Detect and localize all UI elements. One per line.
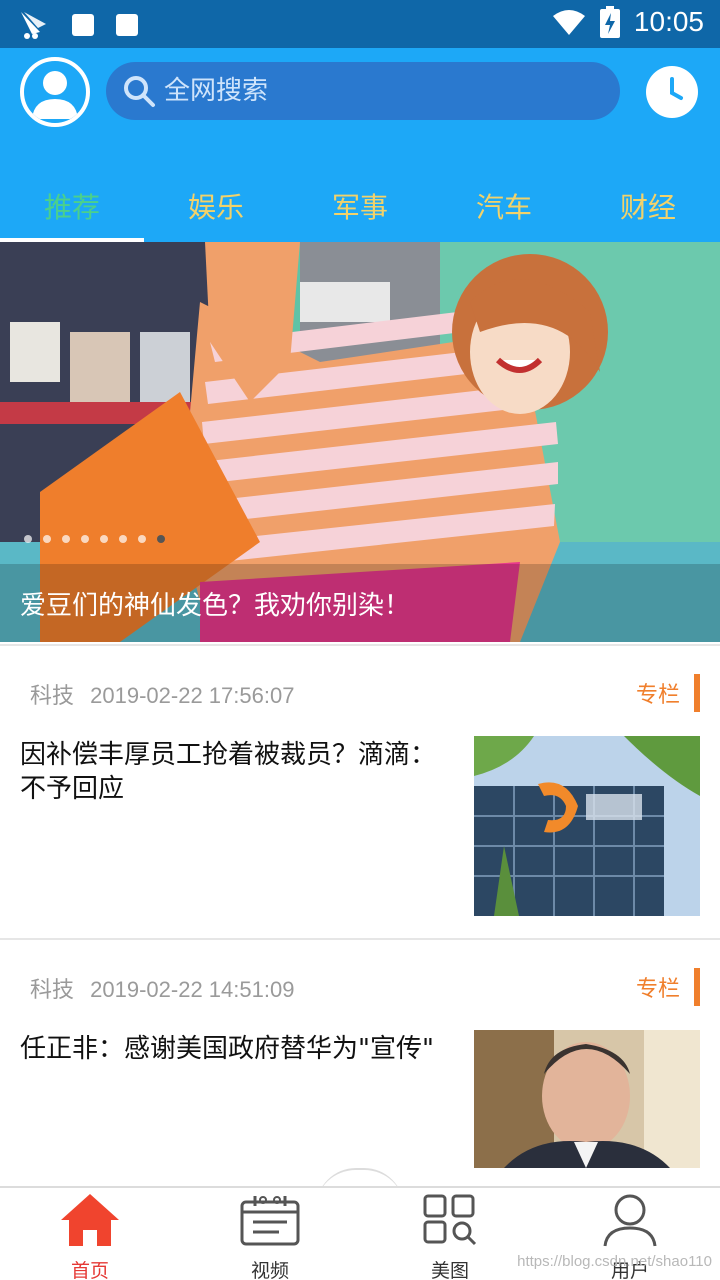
nav-label: 视频: [250, 1260, 289, 1280]
banner-caption: 爱豆们的神仙发色？我劝你别染！: [20, 591, 411, 621]
tab-auto[interactable]: 汽车: [432, 170, 576, 242]
carousel-dot[interactable]: [81, 535, 89, 543]
square-notification-icon: [116, 14, 138, 36]
search-input[interactable]: [164, 76, 564, 106]
tab-recommend[interactable]: 推荐: [0, 170, 144, 242]
carousel-dot[interactable]: [43, 535, 51, 543]
news-thumbnail[interactable]: [474, 736, 700, 916]
status-time: 10:05: [633, 6, 704, 37]
user-icon: [603, 1194, 657, 1247]
news-item[interactable]: 科技 2019-02-22 17:56:07 专栏 因补偿丰厚员工抢着被裁员？滴…: [0, 646, 720, 938]
nav-label: 首页: [70, 1260, 109, 1280]
nav-home[interactable]: 首页: [0, 1188, 180, 1280]
news-tag-label: 专栏: [635, 683, 680, 708]
carousel-indicators: [24, 535, 165, 543]
home-icon: [61, 1194, 119, 1246]
status-right: 10:05: [552, 6, 704, 38]
tag-bar: [694, 968, 700, 1006]
tab-military[interactable]: 军事: [288, 170, 432, 242]
app-icon: [18, 10, 50, 40]
watermark: https://blog.csdn.net/shao110: [517, 1253, 712, 1270]
app-header: 推荐 娱乐 军事 汽车 财经: [0, 48, 720, 242]
news-column-tag[interactable]: 专栏: [636, 968, 700, 1006]
category-tabs: 推荐 娱乐 军事 汽车 财经: [0, 170, 720, 242]
carousel-dot[interactable]: [138, 535, 146, 543]
carousel-dot[interactable]: [24, 535, 32, 543]
status-bar: 10:05: [0, 0, 720, 48]
news-tag-label: 专栏: [635, 977, 680, 1002]
avatar-icon[interactable]: [20, 57, 90, 127]
news-title[interactable]: 因补偿丰厚员工抢着被裁员？滴滴：不予回应: [20, 738, 440, 806]
status-left-icons: [18, 10, 138, 40]
search-icon: [124, 76, 155, 107]
news-column-tag[interactable]: 专栏: [636, 674, 700, 712]
news-category: 科技: [30, 684, 75, 709]
news-title[interactable]: 任正非：感谢美国政府替华为"宣传": [20, 1032, 470, 1066]
nav-gallery[interactable]: 美图: [360, 1188, 540, 1280]
carousel-dot[interactable]: [119, 535, 127, 543]
tab-finance[interactable]: 财经: [576, 170, 720, 242]
wifi-icon: [552, 10, 585, 35]
carousel-dot[interactable]: [62, 535, 70, 543]
nav-label: 美图: [430, 1260, 469, 1280]
news-meta: 科技 2019-02-22 17:56:07: [30, 678, 294, 710]
news-time: 2019-02-22 17:56:07: [90, 683, 295, 708]
battery-charging-icon: [599, 6, 620, 38]
clock-icon[interactable]: [646, 66, 698, 118]
carousel-dot-active[interactable]: [157, 535, 165, 543]
tab-entertainment[interactable]: 娱乐: [144, 170, 288, 242]
news-category: 科技: [30, 978, 75, 1003]
news-meta: 科技 2019-02-22 14:51:09: [30, 972, 294, 1004]
grid-search-icon: [423, 1194, 477, 1246]
tag-bar: [694, 674, 700, 712]
nav-video[interactable]: 视频: [180, 1188, 360, 1280]
news-time: 2019-02-22 14:51:09: [90, 977, 295, 1002]
carousel-dot[interactable]: [100, 535, 108, 543]
news-thumbnail[interactable]: [474, 1030, 700, 1168]
video-calendar-icon: [240, 1196, 300, 1246]
search-bar[interactable]: [106, 62, 620, 120]
square-notification-icon: [72, 14, 94, 36]
news-item[interactable]: 科技 2019-02-22 14:51:09 专栏 任正非：感谢美国政府替华为"…: [0, 940, 720, 1186]
banner-carousel[interactable]: 爱豆们的神仙发色？我劝你别染！: [0, 242, 720, 642]
